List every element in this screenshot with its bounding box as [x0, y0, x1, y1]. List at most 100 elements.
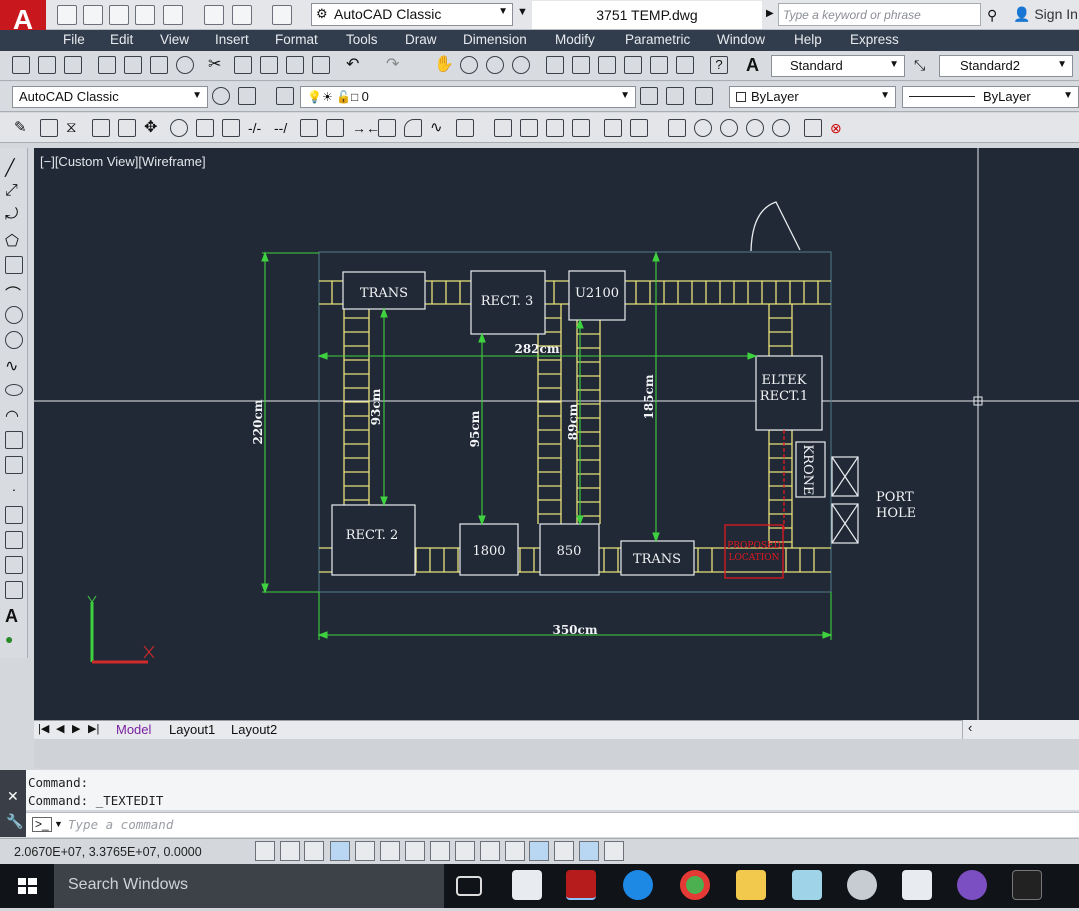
point-icon[interactable]: ·	[5, 481, 23, 499]
layer-properties-icon[interactable]	[276, 87, 294, 105]
command-prompt-icon[interactable]	[1012, 870, 1042, 900]
bring-above-icon[interactable]	[546, 119, 564, 137]
revision-cloud-icon[interactable]	[5, 331, 23, 349]
grid-display-icon[interactable]	[304, 841, 324, 861]
multiline-text-icon[interactable]: A	[5, 606, 23, 626]
3d-sphere-icon[interactable]	[694, 119, 712, 137]
calculator-icon[interactable]	[902, 870, 932, 900]
polygon-icon[interactable]: ⬠	[5, 231, 23, 250]
3d-dwf-icon[interactable]	[176, 56, 194, 74]
taskbar-search-box[interactable]: Search Windows	[54, 864, 444, 908]
insert-block-icon[interactable]	[5, 431, 23, 449]
tab-layout1[interactable]: Layout1	[169, 722, 215, 737]
pan-icon[interactable]: ✋	[434, 56, 454, 74]
store-icon[interactable]	[512, 870, 542, 900]
3d-union-icon[interactable]	[720, 119, 738, 137]
quick-properties-icon[interactable]	[554, 841, 574, 861]
tab-navigation[interactable]: |◀ ◀ ▶ ▶|	[34, 720, 106, 739]
break-icon[interactable]	[326, 119, 344, 137]
proposed-location-box[interactable]	[724, 524, 784, 579]
new-icon[interactable]	[12, 56, 30, 74]
annotation-monitor-icon[interactable]	[604, 841, 624, 861]
viewport-controls[interactable]: [−][Custom View][Wireframe]	[40, 154, 206, 169]
send-to-back-icon[interactable]	[520, 119, 538, 137]
copy-object-icon[interactable]	[40, 119, 58, 137]
menu-express[interactable]: Express	[850, 32, 899, 47]
3d-solid-icon[interactable]	[804, 119, 822, 137]
menu-view[interactable]: View	[160, 32, 189, 47]
zoom-previous-icon[interactable]	[512, 56, 530, 74]
viber-icon[interactable]	[957, 870, 987, 900]
region-icon[interactable]	[5, 556, 23, 574]
join-icon[interactable]: →←	[352, 119, 380, 137]
erase-icon[interactable]: ✎	[14, 119, 32, 137]
menu-file[interactable]: File	[63, 32, 85, 47]
menu-draw[interactable]: Draw	[405, 32, 437, 47]
publish-icon[interactable]	[150, 56, 168, 74]
text-to-front-icon[interactable]	[604, 119, 622, 137]
workspace-settings-icon[interactable]	[212, 87, 230, 105]
make-block-icon[interactable]	[5, 456, 23, 474]
app-icon[interactable]	[792, 870, 822, 900]
menu-help[interactable]: Help	[794, 32, 822, 47]
workspace-switch-dropdown[interactable]: AutoCAD Classic ▼	[12, 86, 208, 108]
undo-icon[interactable]	[232, 5, 252, 25]
polyline-icon[interactable]: ⤾	[5, 206, 23, 224]
plot-preview-icon[interactable]	[124, 56, 142, 74]
menu-modify[interactable]: Modify	[555, 32, 595, 47]
publish-icon[interactable]	[163, 5, 183, 25]
customize-toolbar-icon[interactable]: ▼	[517, 6, 528, 18]
workspace-dropdown[interactable]: ⚙ AutoCAD Classic ▼	[311, 3, 513, 26]
break-at-point-icon[interactable]	[300, 119, 318, 137]
circle-icon[interactable]	[5, 306, 23, 324]
tool-palettes-icon[interactable]	[598, 56, 616, 74]
block-editor-icon[interactable]	[312, 56, 330, 74]
first-tab-icon[interactable]: |◀	[38, 722, 49, 735]
ellipse-arc-icon[interactable]: ◠	[5, 406, 23, 425]
mirror-icon[interactable]: ⧖	[66, 119, 84, 137]
color-dropdown[interactable]: ByLayer ▼	[729, 86, 896, 108]
layer-states-icon[interactable]	[695, 87, 713, 105]
hatch-icon[interactable]	[5, 506, 23, 524]
redo-icon[interactable]: ↷	[386, 56, 404, 74]
object-snap-tracking-icon[interactable]	[430, 841, 450, 861]
rotate-icon[interactable]	[170, 119, 188, 137]
spline-icon[interactable]: ∿	[5, 356, 23, 375]
gradient-icon[interactable]	[5, 531, 23, 549]
menu-tools[interactable]: Tools	[346, 32, 378, 47]
open-file-icon[interactable]	[83, 5, 103, 25]
scroll-left-icon[interactable]: ‹	[968, 720, 972, 735]
chevron-down-icon[interactable]: ▼	[54, 819, 63, 829]
snap-mode-icon[interactable]	[280, 841, 300, 861]
cut-icon[interactable]: ✂	[208, 56, 226, 74]
scale-icon[interactable]	[196, 119, 214, 137]
layer-dropdown[interactable]: 💡☀ 🔓□ 0 ▼	[300, 86, 636, 108]
menu-dimension[interactable]: Dimension	[463, 32, 527, 47]
chrome-icon[interactable]	[680, 870, 710, 900]
sheet-set-icon[interactable]	[624, 56, 642, 74]
menu-insert[interactable]: Insert	[215, 32, 249, 47]
port-hole-boxes[interactable]	[831, 456, 859, 544]
plot-icon[interactable]	[204, 5, 224, 25]
linetype-dropdown[interactable]: ByLayer ▼	[902, 86, 1079, 108]
line-icon[interactable]: ╱	[5, 158, 23, 177]
coordinate-readout[interactable]: 2.0670E+07, 3.3765E+07, 0.0000	[14, 845, 202, 859]
chamfer-icon[interactable]	[378, 119, 396, 137]
menu-edit[interactable]: Edit	[110, 32, 133, 47]
tab-layout2[interactable]: Layout2	[231, 722, 277, 737]
3d-subtract-icon[interactable]	[746, 119, 764, 137]
make-current-icon[interactable]	[640, 87, 658, 105]
text-style-dropdown[interactable]: Standard ▼	[771, 55, 905, 77]
redo-icon[interactable]	[272, 5, 292, 25]
horizontal-scrollbar[interactable]: ‹	[962, 720, 1079, 739]
layer-previous-icon[interactable]	[666, 87, 684, 105]
expand-arrow-icon[interactable]: ▶	[766, 8, 774, 19]
quickcalc-icon[interactable]	[676, 56, 694, 74]
last-tab-icon[interactable]: ▶|	[88, 722, 99, 735]
3d-object-snap-icon[interactable]	[405, 841, 425, 861]
blend-curves-icon[interactable]: ∿	[430, 119, 448, 137]
text-style-icon[interactable]: A	[746, 56, 764, 74]
design-center-icon[interactable]	[572, 56, 590, 74]
zoom-realtime-icon[interactable]	[460, 56, 478, 74]
ortho-mode-icon[interactable]	[330, 841, 350, 861]
